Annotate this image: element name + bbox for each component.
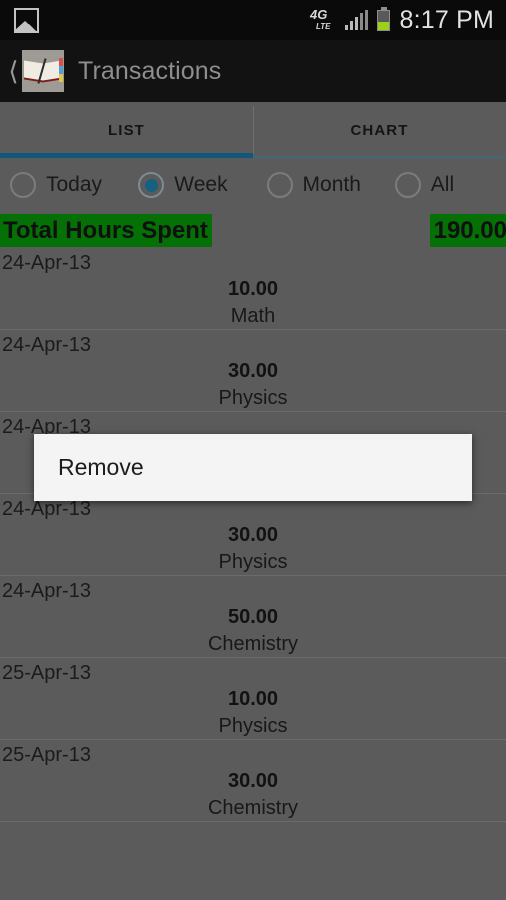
row-date: 25-Apr-13 bbox=[2, 662, 91, 684]
tab-chart-indicator bbox=[253, 156, 506, 158]
table-row[interactable]: 25-Apr-13 30.00 Chemistry bbox=[0, 740, 506, 822]
action-bar: ⟨ Transactions bbox=[0, 40, 506, 102]
row-date: 25-Apr-13 bbox=[2, 744, 91, 766]
row-amount: 30.00 bbox=[227, 770, 279, 792]
table-row[interactable]: 24-Apr-13 30.00 Physics bbox=[0, 330, 506, 412]
transaction-list[interactable]: 24-Apr-13 10.00 Math 24-Apr-13 30.00 Phy… bbox=[0, 248, 506, 822]
network-sublabel: LTE bbox=[315, 22, 331, 31]
row-amount: 30.00 bbox=[227, 360, 279, 382]
tab-list[interactable]: LIST bbox=[0, 102, 253, 158]
tab-bar: LIST CHART bbox=[0, 102, 506, 158]
row-subject: Chemistry bbox=[207, 633, 298, 655]
row-amount: 10.00 bbox=[227, 688, 279, 710]
context-menu-dialog: Remove bbox=[34, 434, 472, 501]
row-amount: 10.00 bbox=[227, 278, 279, 300]
radio-week-label: Week bbox=[174, 173, 228, 196]
status-bar-clock: 8:17 PM bbox=[399, 5, 494, 34]
row-date: 24-Apr-13 bbox=[2, 498, 91, 520]
period-filter-group: Today Week Month All bbox=[0, 158, 506, 212]
row-subject: Physics bbox=[218, 387, 288, 409]
total-hours-label: Total Hours Spent bbox=[0, 213, 212, 247]
status-bar: 4G LTE 8:17 PM bbox=[0, 0, 506, 40]
row-date: 24-Apr-13 bbox=[2, 334, 91, 356]
tab-chart[interactable]: CHART bbox=[253, 102, 506, 158]
radio-option-today[interactable]: Today bbox=[10, 172, 138, 198]
tab-list-indicator bbox=[0, 153, 253, 158]
radio-all-label: All bbox=[430, 173, 455, 196]
total-hours-bar: Total Hours Spent 190.00 bbox=[0, 212, 506, 248]
context-menu-item-remove[interactable]: Remove bbox=[34, 454, 144, 481]
radio-month-label: Month bbox=[302, 173, 361, 196]
row-subject: Physics bbox=[218, 551, 288, 573]
row-date: 24-Apr-13 bbox=[2, 252, 91, 274]
row-amount: 30.00 bbox=[227, 524, 279, 546]
phone-screen: 4G LTE 8:17 PM ⟨ Transactions LIST CHART… bbox=[0, 0, 506, 900]
status-bar-right: 4G LTE 8:17 PM bbox=[310, 5, 494, 34]
tab-chart-label: CHART bbox=[350, 121, 409, 139]
row-subject: Physics bbox=[218, 715, 288, 737]
radio-month-icon[interactable] bbox=[266, 172, 293, 198]
row-subject: Chemistry bbox=[207, 797, 298, 819]
radio-today-label: Today bbox=[46, 173, 103, 196]
network-4g-lte-icon: 4G LTE bbox=[310, 8, 336, 32]
battery-level-fill bbox=[378, 22, 390, 30]
status-bar-left bbox=[14, 7, 310, 33]
table-row[interactable]: 25-Apr-13 10.00 Physics bbox=[0, 658, 506, 740]
radio-all-icon[interactable] bbox=[394, 172, 421, 198]
page-title: Transactions bbox=[78, 56, 222, 85]
back-chevron-icon[interactable]: ⟨ bbox=[5, 58, 22, 84]
signal-bars-icon bbox=[344, 10, 369, 30]
radio-today-icon[interactable] bbox=[10, 172, 36, 198]
row-subject: Math bbox=[230, 305, 276, 327]
battery-icon bbox=[377, 6, 391, 31]
radio-option-all[interactable]: All bbox=[394, 172, 500, 198]
tab-list-label: LIST bbox=[108, 121, 145, 139]
table-row[interactable]: 24-Apr-13 30.00 Physics bbox=[0, 494, 506, 576]
total-hours-value: 190.00 bbox=[429, 213, 506, 247]
network-label: 4G bbox=[309, 7, 328, 22]
app-notebook-quill-icon[interactable] bbox=[22, 50, 64, 92]
radio-option-month[interactable]: Month bbox=[266, 172, 395, 198]
table-row[interactable]: 24-Apr-13 10.00 Math bbox=[0, 248, 506, 330]
radio-option-week[interactable]: Week bbox=[138, 172, 266, 198]
row-date: 24-Apr-13 bbox=[2, 580, 91, 602]
photo-notification-icon bbox=[14, 7, 39, 33]
table-row[interactable]: 24-Apr-13 50.00 Chemistry bbox=[0, 576, 506, 658]
row-amount: 50.00 bbox=[227, 606, 279, 628]
radio-week-icon[interactable] bbox=[138, 172, 165, 198]
